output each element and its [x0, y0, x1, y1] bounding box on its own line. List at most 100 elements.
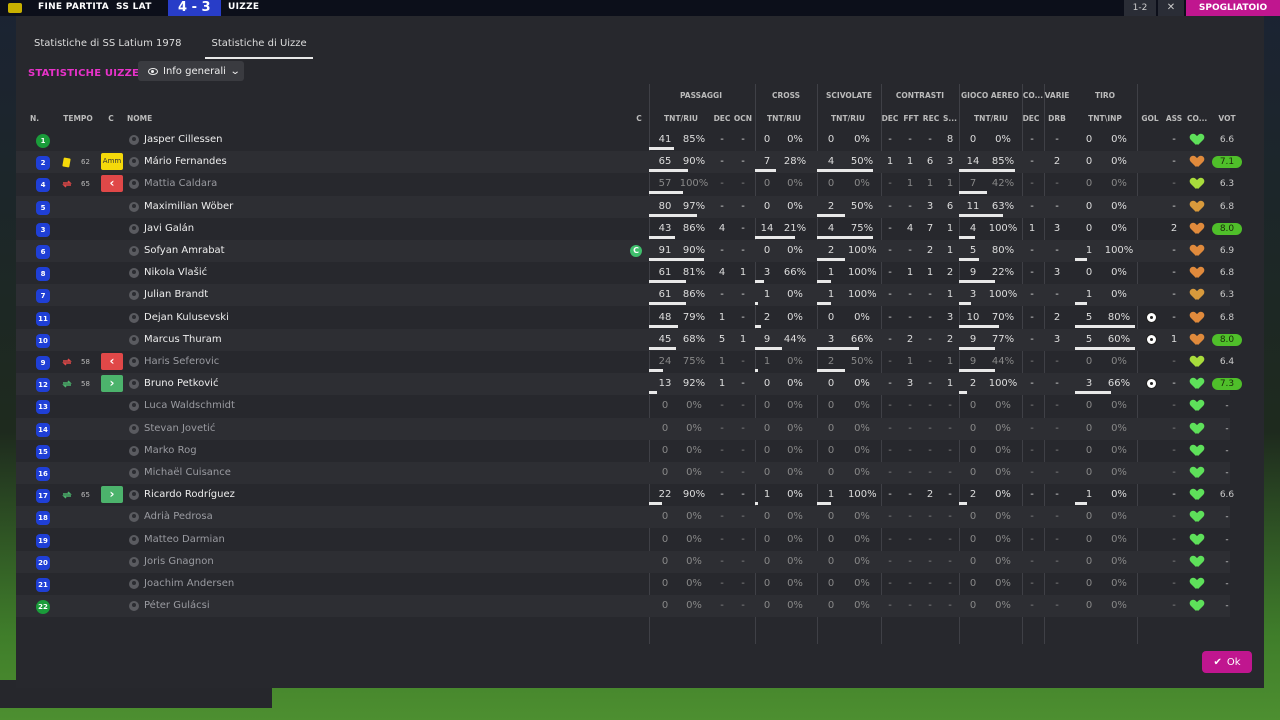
table-row[interactable]: 21 Joachim Andersen 0 0% - - 0 0% 0 0% - - - - 0 0% - - 0 0… — [16, 573, 1230, 595]
table-row[interactable]: 14 Stevan Jovetić 0 0% - - 0 0% 0 0% - - - - 0 0% - - 0 0% -… — [16, 417, 1230, 440]
table-row[interactable]: 4 65 ‹ Mattia Caldara 57 100% - -0 0% 0 0% -1 1 1 7 42%… — [16, 173, 1234, 195]
crosses-attempted: 7 — [763, 156, 771, 168]
player-name[interactable]: Matteo Darmian — [144, 534, 225, 545]
player-name[interactable]: Javi Galán — [144, 223, 194, 234]
player-name[interactable]: Joachim Andersen — [144, 578, 234, 589]
player-name[interactable]: Adrià Pedrosa — [144, 511, 213, 522]
column-header-vot[interactable]: VOT — [1212, 114, 1242, 123]
table-row[interactable]: 11 Dejan Kulusevski 48 79% 1 - 2 0% 0 0% - - - 3 10 70%… — [16, 307, 1234, 329]
player-name[interactable]: Haris Seferovic — [144, 356, 219, 367]
table-row[interactable]: 2 62 Amm Mário Fernandes 65 90% - -7 28% 4 50% 1 1 6 3… — [16, 151, 1242, 174]
player-name[interactable]: Joris Gnagnon — [144, 556, 214, 567]
column-header-con_fft[interactable]: FFT — [901, 114, 921, 123]
kit-number-badge: 20 — [36, 555, 50, 570]
dribbles: - — [1055, 134, 1059, 145]
player-name[interactable]: Jasper Cillessen — [144, 134, 222, 145]
dressing-room-button[interactable]: SPOGLIATOIO — [1186, 0, 1280, 16]
passes-pct: 0% — [686, 467, 702, 478]
player-name[interactable]: Dejan Kulusevski — [144, 312, 229, 323]
column-header-con_rec[interactable]: REC — [921, 114, 941, 123]
other-score-tag[interactable]: 1-2 — [1124, 0, 1156, 16]
table-row[interactable]: 17 65 › Ricardo Rodríguez 22 90% - -1 0% 1 100% - -2… — [16, 484, 1234, 506]
player-name[interactable]: Bruno Petković — [144, 378, 218, 389]
co-dec: - — [1030, 333, 1034, 345]
table-row[interactable]: 22 Péter Gulácsi 0 0% - - 0 0% 0 0% - - - - 0 0% - - 0 0% - - — [16, 595, 1230, 618]
contrasts-dec: - — [888, 356, 892, 367]
table-row[interactable]: 7 Julian Brandt 61 86% - -1 0% 1 100% - - -1 3 100% - -… — [16, 284, 1234, 307]
column-header-sciv_tr[interactable]: TNT/RIU — [828, 114, 868, 123]
passes-pct: 0% — [686, 600, 702, 612]
passes-pct: 75% — [682, 356, 706, 367]
group-header-co: CO... — [1022, 91, 1044, 100]
co-dec: 1 — [1028, 222, 1036, 234]
column-header-pass_dec[interactable]: DEC — [712, 114, 732, 123]
table-row[interactable]: 6 Sofyan Amrabat C 91 90% - -0 0% 2 100% - -2 1 5 80% -… — [16, 240, 1234, 262]
table-row[interactable]: 16 Michaël Cuisance 0 0% - - 0 0% 0 0% - - - - 0 0% - - 0 0… — [16, 462, 1230, 484]
passes-pct: 81% — [682, 267, 706, 279]
player-name[interactable]: Stevan Jovetić — [144, 423, 215, 434]
player-name[interactable]: Michaël Cuisance — [144, 467, 231, 478]
column-header-co_dec[interactable]: DEC — [1022, 114, 1040, 123]
column-header-nome[interactable]: NOME — [127, 114, 157, 123]
column-header-n[interactable]: N. — [30, 114, 44, 123]
assists: - — [1172, 245, 1176, 256]
player-name[interactable]: Mattia Caldara — [144, 178, 217, 189]
tab-uizze-stats[interactable]: Statistiche di Uizze — [205, 36, 313, 59]
column-header-pass_tr[interactable]: TNT/RIU — [656, 114, 706, 123]
crosses-attempted: 1 — [763, 289, 771, 301]
table-row[interactable]: 8 Nikola Vlašić 61 81% 4 1 3 66% 1 100% -1 1 2 9 22% -3… — [16, 262, 1234, 284]
column-header-pass_ocn[interactable]: OCN — [733, 114, 753, 123]
player-name[interactable]: Nikola Vlašić — [144, 267, 207, 278]
co-dec: - — [1030, 178, 1034, 190]
headers-attempted: 2 — [969, 378, 977, 390]
passes-attempted: 24 — [658, 356, 672, 367]
player-name[interactable]: Julian Brandt — [144, 289, 208, 300]
column-header-gol[interactable]: GOL — [1140, 114, 1160, 123]
column-header-c[interactable]: C — [106, 114, 116, 123]
close-icon[interactable]: ✕ — [1158, 0, 1184, 16]
table-row[interactable]: 9 58 ‹ Haris Seferovic 24 75% 1 - 1 0% 2 50% - 1 - 1 9 44… — [16, 351, 1234, 373]
table-row[interactable]: 19 Matteo Darmian 0 0% - - 0 0% 0 0% - - - - 0 0% - - 0 0% -… — [16, 529, 1230, 551]
shots: 0 — [1085, 600, 1093, 612]
shots-on-target-pct: 0% — [1111, 178, 1127, 190]
table-row[interactable]: 20 Joris Gnagnon 0 0% - - 0 0% 0 0% - - - - 0 0% - - 0 0% - - — [16, 550, 1230, 573]
column-header-cross_tr[interactable]: TNT/RIU — [764, 114, 804, 123]
player-name[interactable]: Marcus Thuram — [144, 334, 222, 345]
player-name[interactable]: Luca Waldschmidt — [144, 400, 235, 411]
table-row[interactable]: 13 Luca Waldschmidt 0 0% - - 0 0% 0 0% - - - - 0 0% - - 0 0… — [16, 395, 1230, 417]
view-select[interactable]: Info generali ⌄ — [138, 61, 244, 81]
ok-button[interactable]: ✔ Ok — [1202, 651, 1252, 673]
column-header-aer_tr[interactable]: TNT/RIU — [966, 114, 1016, 123]
column-header-tiro_tr[interactable]: TNT\INP — [1083, 114, 1127, 123]
column-header-c2[interactable]: C — [632, 114, 646, 123]
player-name[interactable]: Péter Gulácsi — [144, 600, 210, 611]
player-name[interactable]: Sofyan Amrabat — [144, 245, 225, 256]
table-row[interactable]: 12 58 › Bruno Petković 13 92% 1-0 0% 0 0% -3-1 2 100… — [16, 373, 1242, 396]
tab-latium-stats[interactable]: Statistiche di SS Latium 1978 — [28, 36, 187, 59]
crosses-bar — [755, 369, 758, 372]
contrasts-fft: 1 — [906, 156, 914, 168]
morale-heart-icon — [1191, 511, 1203, 523]
player-name[interactable]: Ricardo Rodríguez — [144, 489, 235, 500]
shots: 5 — [1085, 333, 1093, 345]
tackles-attempted: 0 — [827, 311, 835, 323]
table-row[interactable]: 15 Marko Rog 0 0% - - 0 0% 0 0% - - - - 0 0% - - 0 0% - - — [16, 440, 1230, 462]
table-row[interactable]: 3 Javi Galán 43 86% 4-14 21% 4 75% -4 7 1 4 100% 1 3 0 0… — [16, 218, 1242, 240]
column-header-con_dec[interactable]: DEC — [880, 114, 900, 123]
table-row[interactable]: 1 Jasper Cillessen 41 85% - - 0 0% 0 0% - - - 8 0 0% - - 0… — [16, 129, 1234, 151]
column-header-tempo[interactable]: TEMPO — [60, 114, 96, 123]
contrasts-fft: - — [908, 200, 912, 212]
shots-on-target-pct: 80% — [1107, 311, 1131, 323]
table-row[interactable]: 18 Adrià Pedrosa 0 0% - - 0 0% 0 0% - - - - 0 0% - - 0 0% - - — [16, 506, 1230, 529]
match-rating: - — [1225, 534, 1229, 545]
column-header-con_s[interactable]: S... — [942, 114, 958, 123]
player-name[interactable]: Mário Fernandes — [144, 156, 227, 167]
table-row[interactable]: 10 Marcus Thuram 45 68% 5 1 9 44% 3 66% - 2 - 2 9 77% - 3… — [16, 328, 1242, 351]
column-header-ass[interactable]: ASS — [1164, 114, 1184, 123]
column-header-var_drb[interactable]: DRB — [1047, 114, 1067, 123]
player-name[interactable]: Marko Rog — [144, 445, 197, 456]
player-name[interactable]: Maximilian Wöber — [144, 201, 233, 212]
table-row[interactable]: 5 Maximilian Wöber 80 97% - - 0 0% 2 50% - - 3 6 11 63%… — [16, 195, 1234, 218]
crosses-attempted: 0 — [763, 400, 771, 412]
column-header-co[interactable]: CO... — [1187, 114, 1207, 123]
